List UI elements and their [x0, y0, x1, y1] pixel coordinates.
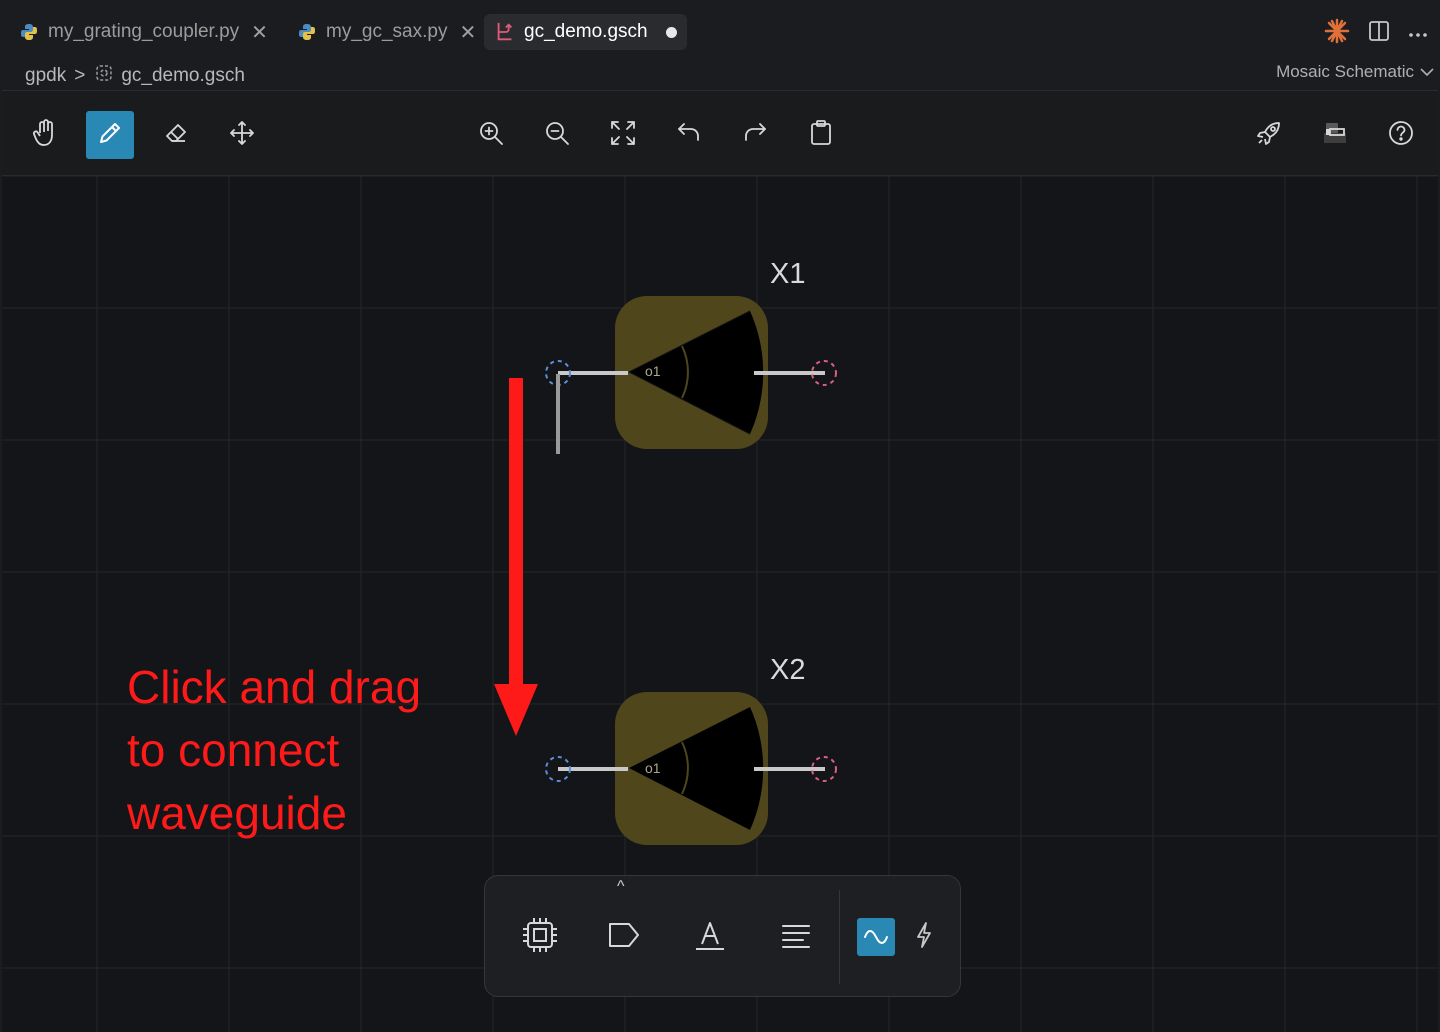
tab-label: gc_demo.gsch — [524, 21, 648, 42]
sparkle-icon[interactable] — [1324, 18, 1350, 49]
hand-icon — [32, 118, 58, 152]
breadcrumb-file[interactable]: gc_demo.gsch — [121, 65, 245, 87]
breadcrumb-separator: > — [74, 65, 86, 86]
grating-coupler-x2[interactable] — [542, 690, 842, 850]
align-button[interactable] — [775, 916, 817, 958]
eraser-icon — [163, 120, 189, 151]
split-editor-icon[interactable] — [1368, 20, 1390, 47]
schematic-toolbar — [2, 90, 1438, 176]
component-label-x2: X2 — [770, 654, 806, 686]
electrical-mode-toggle[interactable] — [903, 916, 945, 958]
unsaved-dot-icon[interactable] — [665, 26, 677, 38]
tab-label: my_grating_coupler.py — [48, 21, 240, 42]
text-icon — [693, 918, 727, 957]
editor-mode-label: Mosaic Schematic — [1276, 62, 1414, 81]
redo-button[interactable] — [731, 111, 779, 159]
move-tool-button[interactable] — [218, 111, 266, 159]
close-icon[interactable]: ✕ — [459, 20, 476, 45]
tab-bar: my_grating_coupler.py ✕ my_gc_sax.py ✕ g… — [0, 0, 1440, 56]
port-tag-icon — [607, 920, 641, 955]
eraser-tool-button[interactable] — [152, 111, 200, 159]
electrical-bolt-icon — [915, 921, 933, 954]
help-button[interactable] — [1377, 111, 1425, 159]
annotation-text: Click and drag to connect waveguide — [127, 661, 422, 839]
editor-mode-selector[interactable]: Mosaic Schematic — [1276, 62, 1434, 82]
pencil-tool-button[interactable] — [86, 111, 134, 159]
fit-view-button[interactable] — [599, 111, 647, 159]
add-text-button[interactable] — [689, 916, 731, 958]
undo-button[interactable] — [665, 111, 713, 159]
component-palette: ^ — [484, 875, 961, 997]
clipboard-icon — [808, 119, 834, 152]
component-icon — [1321, 119, 1349, 152]
zoom-in-icon — [477, 119, 505, 152]
breadcrumb: gpdk > gc_demo.gsch — [25, 62, 245, 90]
add-port-button[interactable] — [603, 916, 645, 958]
tab-gc-demo[interactable]: gc_demo.gsch — [484, 14, 687, 50]
port-label-o1: o1 — [645, 760, 661, 776]
port-label-o1: o1 — [645, 363, 661, 379]
breadcrumb-root[interactable]: gpdk — [25, 65, 66, 87]
more-actions-icon[interactable] — [1408, 25, 1428, 43]
zoom-in-button[interactable] — [467, 111, 515, 159]
hand-tool-button[interactable] — [21, 111, 69, 159]
rocket-icon — [1255, 119, 1283, 152]
palette-divider — [839, 890, 840, 984]
optical-mode-toggle[interactable] — [857, 918, 895, 956]
grating-coupler-x1[interactable] — [542, 294, 842, 454]
undo-icon — [675, 119, 703, 152]
run-simulation-button[interactable] — [1245, 111, 1293, 159]
component-label-x1: X1 — [770, 258, 806, 290]
zoom-out-icon — [543, 119, 571, 152]
add-component-button[interactable] — [519, 916, 561, 958]
schematic-file-icon — [93, 62, 115, 90]
tab-my-grating-coupler[interactable]: my_grating_coupler.py ✕ — [18, 14, 268, 50]
move-icon — [228, 119, 256, 152]
editor-actions — [1324, 18, 1428, 49]
tab-label: my_gc_sax.py — [326, 21, 448, 42]
fit-view-icon — [609, 119, 637, 152]
chevron-down-icon — [1420, 62, 1434, 82]
optical-wave-icon — [862, 925, 890, 950]
close-icon[interactable]: ✕ — [251, 20, 268, 45]
redo-icon — [741, 119, 769, 152]
tab-my-gc-sax[interactable]: my_gc_sax.py ✕ — [296, 14, 476, 50]
expand-palette-icon[interactable]: ^ — [617, 878, 625, 896]
align-icon — [780, 921, 812, 954]
schematic-icon — [494, 21, 516, 43]
python-icon — [296, 21, 318, 43]
help-icon — [1387, 119, 1415, 152]
component-button[interactable] — [1311, 111, 1359, 159]
clipboard-button[interactable] — [797, 111, 845, 159]
python-icon — [18, 21, 40, 43]
chip-icon — [520, 915, 560, 960]
pencil-icon — [97, 120, 123, 151]
zoom-out-button[interactable] — [533, 111, 581, 159]
drag-arrow-icon — [494, 378, 538, 736]
